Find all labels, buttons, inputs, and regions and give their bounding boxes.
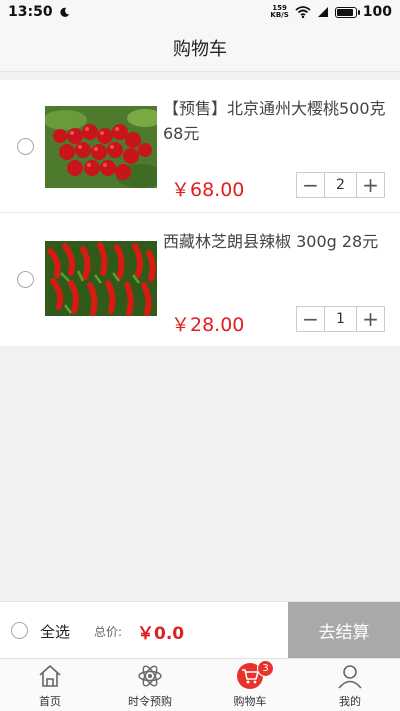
item-name[interactable]: 【预售】北京通州大樱桃500克 68元 xyxy=(163,96,391,146)
home-icon xyxy=(37,663,63,689)
status-left: 13:50 xyxy=(8,4,70,20)
tab-cart[interactable]: 3 购物车 xyxy=(200,659,300,711)
nav-bar: 购物车 xyxy=(0,24,400,72)
item-select-radio[interactable] xyxy=(17,271,34,288)
signal-icon xyxy=(317,7,328,17)
select-all-radio[interactable] xyxy=(11,622,28,639)
item-price: ￥68.00 xyxy=(171,179,245,201)
quantity-value[interactable]: 1 xyxy=(324,307,357,331)
total-label: 总价: xyxy=(94,625,123,639)
quantity-value[interactable]: 2 xyxy=(324,173,357,197)
tab-seasonal[interactable]: 时令预购 xyxy=(100,659,200,711)
tab-seasonal-label: 时令预购 xyxy=(128,695,172,708)
cart-item: 西藏林芝朗县辣椒 300g 28元 ￥28.00 − 1 + xyxy=(0,213,400,347)
cart-badge: 3 xyxy=(257,660,274,677)
quantity-stepper: − 2 + xyxy=(296,172,385,198)
tab-home[interactable]: 首页 xyxy=(0,659,100,711)
net-speed: 159 KB/S xyxy=(270,4,289,19)
increment-button[interactable]: + xyxy=(357,173,384,197)
atom-icon xyxy=(137,663,163,689)
status-time: 13:50 xyxy=(8,4,53,20)
increment-button[interactable]: + xyxy=(357,307,384,331)
tab-home-label: 首页 xyxy=(39,695,61,708)
page-title: 购物车 xyxy=(173,38,227,60)
wifi-icon xyxy=(295,6,311,18)
checkout-button[interactable]: 去结算 xyxy=(288,602,400,659)
tab-mine[interactable]: 我的 xyxy=(300,659,400,711)
cart-item: 【预售】北京通州大樱桃500克 68元 ￥68.00 − 2 + xyxy=(0,80,400,213)
battery-icon xyxy=(334,6,360,18)
cart-list: 【预售】北京通州大樱桃500克 68元 ￥68.00 − 2 + 西藏林芝朗县辣… xyxy=(0,80,400,347)
item-image-red-peppers[interactable] xyxy=(45,241,157,316)
tab-cart-label: 购物车 xyxy=(233,695,267,708)
total-value: ￥0.0 xyxy=(137,624,185,644)
item-name[interactable]: 西藏林芝朗县辣椒 300g 28元 xyxy=(163,229,391,254)
tab-mine-label: 我的 xyxy=(339,695,361,708)
decrement-button[interactable]: − xyxy=(297,173,324,197)
item-price: ￥28.00 xyxy=(171,314,245,336)
status-right: 159 KB/S 100 xyxy=(270,4,392,20)
status-bar: 13:50 159 KB/S 100 xyxy=(0,0,400,24)
tab-bar: 首页 时令预购 3 购物车 我的 xyxy=(0,658,400,711)
decrement-button[interactable]: − xyxy=(297,307,324,331)
moon-icon xyxy=(59,7,69,17)
battery-level: 100 xyxy=(362,4,392,20)
select-all-label[interactable]: 全选 xyxy=(40,621,70,642)
checkout-bar: 全选 总价: ￥0.0 去结算 xyxy=(0,601,400,659)
item-image-cherries[interactable] xyxy=(45,106,157,188)
user-icon xyxy=(337,663,363,689)
item-select-radio[interactable] xyxy=(17,138,34,155)
quantity-stepper: − 1 + xyxy=(296,306,385,332)
